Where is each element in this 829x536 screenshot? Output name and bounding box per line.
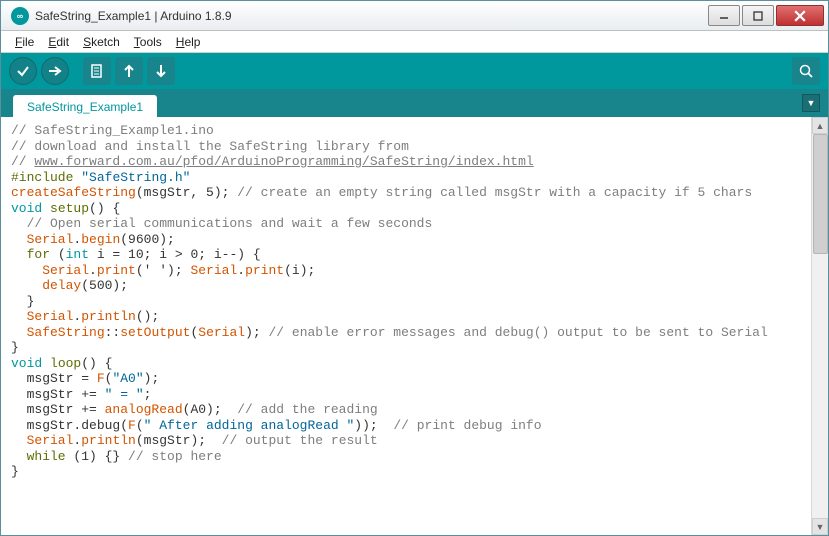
code-token: () {: [89, 201, 120, 216]
code-token: void: [11, 356, 42, 371]
menu-edit[interactable]: Edit: [42, 33, 75, 51]
code-token: delay: [11, 278, 81, 293]
code-token: F: [128, 418, 136, 433]
scroll-thumb[interactable]: [813, 134, 828, 254]
code-token: .: [237, 263, 245, 278]
minimize-button[interactable]: [708, 5, 740, 26]
code-token: msgStr +=: [11, 387, 105, 402]
code-token: () {: [81, 356, 112, 371]
scroll-up-arrow-icon[interactable]: ▲: [812, 117, 828, 134]
code-token: analogRead: [105, 402, 183, 417]
code-token: (i);: [284, 263, 315, 278]
code-token: Serial: [190, 263, 237, 278]
code-token: "A0": [112, 371, 143, 386]
code-token: i = 10; i > 0; i--) {: [89, 247, 261, 262]
code-token: Serial: [198, 325, 245, 340]
code-token: );: [245, 325, 268, 340]
title-bar: ∞ SafeString_Example1 | Arduino 1.8.9: [1, 1, 828, 31]
menu-sketch[interactable]: Sketch: [77, 33, 126, 51]
menu-tools[interactable]: Tools: [128, 33, 168, 51]
code-token: }: [11, 464, 19, 479]
code-token: (A0);: [183, 402, 238, 417]
code-token: // print debug info: [393, 418, 541, 433]
code-token: msgStr.debug(: [11, 418, 128, 433]
save-sketch-button[interactable]: [147, 57, 175, 85]
code-token: ;: [144, 387, 152, 402]
tab-strip: SafeString_Example1 ▼: [1, 89, 828, 117]
code-token: (msgStr);: [136, 433, 222, 448]
code-token: // output the result: [222, 433, 378, 448]
code-token: }: [11, 294, 34, 309]
code-token: "SafeString.h": [81, 170, 190, 185]
menu-file[interactable]: File: [9, 33, 40, 51]
code-token: ::: [105, 325, 121, 340]
code-token: );: [144, 371, 160, 386]
code-token: " = ": [105, 387, 144, 402]
tab-dropdown-icon[interactable]: ▼: [802, 94, 820, 112]
code-token: Serial: [11, 309, 73, 324]
code-token: for: [11, 247, 50, 262]
code-token: while: [11, 449, 66, 464]
code-token: setup: [50, 201, 89, 216]
verify-button[interactable]: [9, 57, 37, 85]
editor-area: // SafeString_Example1.ino // download a…: [1, 117, 828, 535]
code-token: msgStr +=: [11, 402, 105, 417]
code-token: .: [89, 263, 97, 278]
code-token: int: [66, 247, 89, 262]
code-token: createSafeString: [11, 185, 136, 200]
code-token: // add the reading: [237, 402, 377, 417]
code-token: Serial: [11, 433, 73, 448]
code-token: Serial: [11, 232, 73, 247]
code-token: println: [81, 433, 136, 448]
code-token: print: [97, 263, 136, 278]
code-token: msgStr =: [11, 371, 97, 386]
code-link[interactable]: www.forward.com.au/pfod/ArduinoProgrammi…: [34, 154, 533, 169]
toolbar: [1, 53, 828, 89]
code-token: (' ');: [136, 263, 191, 278]
code-editor[interactable]: // SafeString_Example1.ino // download a…: [1, 117, 828, 535]
code-line: // download and install the SafeString l…: [11, 139, 409, 154]
maximize-button[interactable]: [742, 5, 774, 26]
code-token: // Open serial communications and wait a…: [11, 216, 432, 231]
code-line: //: [11, 154, 34, 169]
code-line: // SafeString_Example1.ino: [11, 123, 214, 138]
code-token: (msgStr, 5);: [136, 185, 237, 200]
window-title: SafeString_Example1 | Arduino 1.8.9: [35, 9, 708, 23]
tab-active[interactable]: SafeString_Example1: [13, 95, 157, 118]
code-token: " After adding analogRead ": [144, 418, 355, 433]
code-token: (9600);: [120, 232, 175, 247]
code-token: }: [11, 340, 19, 355]
code-token: (1) {}: [66, 449, 128, 464]
new-sketch-button[interactable]: [83, 57, 111, 85]
code-token: ));: [354, 418, 393, 433]
code-token: F: [97, 371, 105, 386]
code-token: // enable error messages and debug() out…: [268, 325, 767, 340]
scroll-down-arrow-icon[interactable]: ▼: [812, 518, 828, 535]
window-controls: [708, 5, 824, 26]
code-token: ();: [136, 309, 159, 324]
open-sketch-button[interactable]: [115, 57, 143, 85]
code-token: println: [81, 309, 136, 324]
close-button[interactable]: [776, 5, 824, 26]
code-token: SafeString: [11, 325, 105, 340]
code-token: Serial: [11, 263, 89, 278]
serial-monitor-button[interactable]: [792, 57, 820, 85]
code-token: // stop here: [128, 449, 222, 464]
code-token: // create an empty string called msgStr …: [237, 185, 752, 200]
menu-bar: File Edit Sketch Tools Help: [1, 31, 828, 53]
code-token: begin: [81, 232, 120, 247]
code-token: #include: [11, 170, 73, 185]
code-token: void: [11, 201, 42, 216]
code-token: (: [50, 247, 66, 262]
code-token: (: [136, 418, 144, 433]
vertical-scrollbar[interactable]: ▲ ▼: [811, 117, 828, 535]
code-token: print: [245, 263, 284, 278]
app-icon: ∞: [11, 7, 29, 25]
code-token: loop: [50, 356, 81, 371]
menu-help[interactable]: Help: [170, 33, 207, 51]
code-token: setOutput: [120, 325, 190, 340]
upload-button[interactable]: [41, 57, 69, 85]
code-token: (500);: [81, 278, 128, 293]
